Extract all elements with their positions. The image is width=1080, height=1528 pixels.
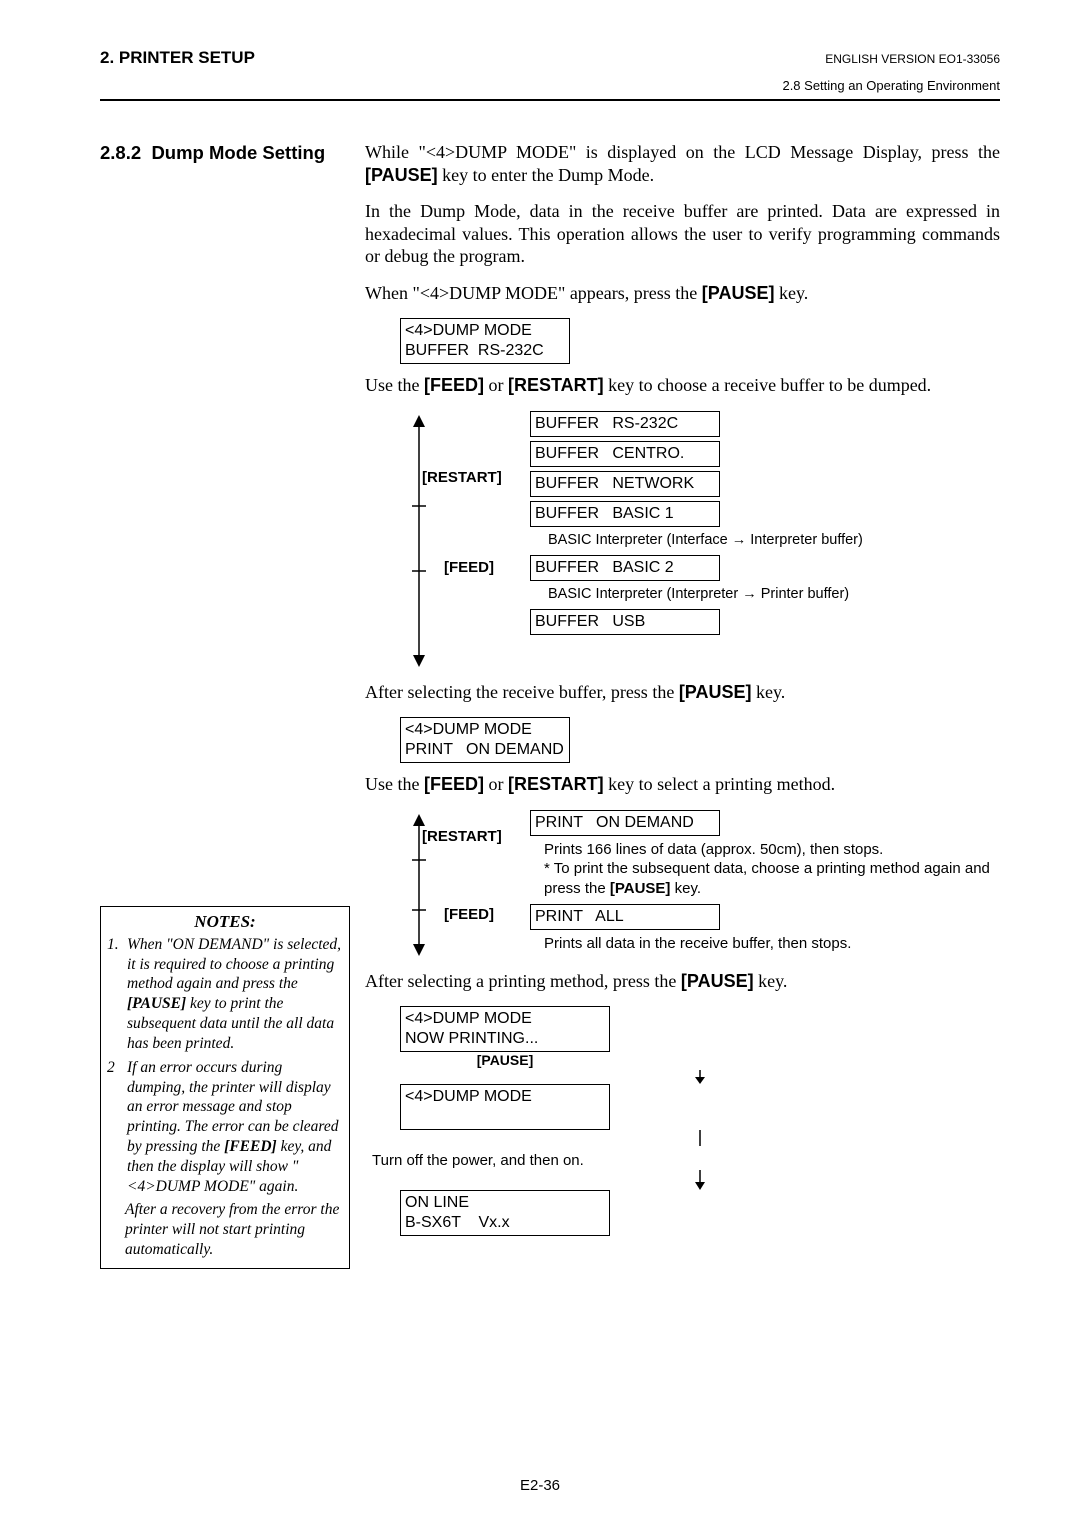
header-left: 2. PRINTER SETUP	[100, 48, 255, 68]
down-arrow-icon	[595, 1070, 805, 1084]
buffer-opt-network: BUFFER NETWORK	[530, 471, 720, 497]
buffer-opt-centro: BUFFER CENTRO.	[530, 441, 720, 467]
final-sequence: <4>DUMP MODE NOW PRINTING... [PAUSE] <4>…	[400, 1006, 1000, 1236]
feed-label: [FEED]	[444, 559, 494, 578]
connector-line-icon	[595, 1130, 805, 1146]
note-trailer: After a recovery from the error the prin…	[125, 1200, 345, 1259]
buffer-opt-basic2: BUFFER BASIC 2	[530, 555, 720, 581]
para-when: When "<4>DUMP MODE" appears, press the […	[365, 282, 1000, 305]
para-after-buffer: After selecting the receive buffer, pres…	[365, 681, 1000, 704]
restart-label-2: [RESTART]	[422, 828, 502, 847]
print-ondemand-lcd: PRINT ON DEMAND	[530, 810, 720, 836]
lcd-online: ON LINE B-SX6T Vx.x	[400, 1190, 610, 1236]
buffer-diagram: [RESTART] [FEED] BUFFER RS-232C BUFFER C…	[400, 411, 1000, 671]
para-desc: In the Dump Mode, data in the receive bu…	[365, 200, 1000, 268]
note-num-1: 1.	[107, 935, 127, 1054]
note-text-1: When "ON DEMAND" is selected, it is requ…	[127, 935, 343, 1054]
section-number: 2.8.2	[100, 142, 141, 163]
lcd-now-printing: <4>DUMP MODE NOW PRINTING...	[400, 1006, 610, 1052]
buffer-opt-usb: BUFFER USB	[530, 609, 720, 635]
buffer-opt-rs232c: BUFFER RS-232C	[530, 411, 720, 437]
para-intro: While "<4>DUMP MODE" is displayed on the…	[365, 141, 1000, 186]
notes-title: NOTES:	[105, 911, 345, 933]
print-method-diagram: [RESTART] [FEED] PRINT ON DEMAND Prints …	[400, 810, 1000, 960]
down-arrow-icon-2	[595, 1170, 805, 1190]
header-right: ENGLISH VERSION EO1-33056	[825, 52, 1000, 66]
buffer-basic1-note: BASIC Interpreter (Interface → Interpret…	[548, 531, 1000, 549]
buffer-opt-basic1: BUFFER BASIC 1	[530, 501, 720, 527]
updown-arrow-icon	[400, 411, 438, 671]
page-header: 2. PRINTER SETUP ENGLISH VERSION EO1-330…	[100, 48, 1000, 68]
feed-label-2: [FEED]	[444, 906, 494, 925]
header-rule	[100, 99, 1000, 101]
para-select-print: Use the [FEED] or [RESTART] key to selec…	[365, 773, 1000, 796]
print-ondemand-desc: Prints 166 lines of data (approx. 50cm),…	[544, 840, 1000, 899]
main-body: While "<4>DUMP MODE" is displayed on the…	[365, 141, 1000, 1236]
para-after-print-method: After selecting a printing method, press…	[365, 970, 1000, 993]
buffer-basic2-note: BASIC Interpreter (Interpreter → Printer…	[548, 585, 1000, 603]
section-title: Dump Mode Setting	[151, 142, 325, 163]
lcd-dump-blank: <4>DUMP MODE	[400, 1084, 610, 1130]
page-number: E2-36	[0, 1477, 1080, 1494]
lcd-dump-print: <4>DUMP MODE PRINT ON DEMAND	[400, 717, 570, 763]
restart-label: [RESTART]	[422, 469, 502, 488]
lcd-dump-buffer: <4>DUMP MODE BUFFER RS-232C	[400, 318, 570, 364]
note-text-2: If an error occurs during dumping, the p…	[127, 1058, 343, 1197]
notes-box: NOTES: 1. When "ON DEMAND" is selected, …	[100, 906, 350, 1269]
para-feed-restart: Use the [FEED] or [RESTART] key to choos…	[365, 374, 1000, 397]
note-num-2: 2	[107, 1058, 127, 1197]
print-all-lcd: PRINT ALL	[530, 904, 720, 930]
section-heading: 2.8.2 Dump Mode Setting	[100, 141, 350, 166]
header-subtitle: 2.8 Setting an Operating Environment	[100, 78, 1000, 93]
left-column: 2.8.2 Dump Mode Setting NOTES: 1. When "…	[100, 141, 350, 1269]
pause-label: [PAUSE]	[400, 1052, 610, 1070]
turnoff-text: Turn off the power, and then on.	[372, 1152, 632, 1171]
print-all-desc: Prints all data in the receive buffer, t…	[544, 934, 1000, 954]
